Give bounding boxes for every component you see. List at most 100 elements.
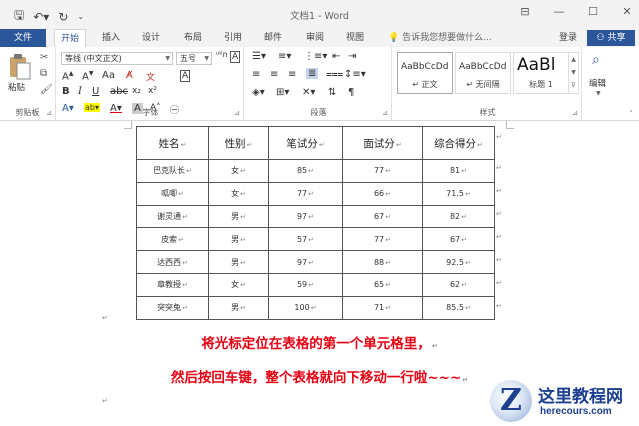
scroll-down-icon[interactable]: ▼: [569, 66, 578, 79]
align-center-icon[interactable]: ≡: [270, 69, 278, 80]
header-cell[interactable]: 姓名↵: [136, 126, 209, 160]
grow-font-icon[interactable]: A▲: [62, 70, 73, 82]
table-cell[interactable]: 77↵: [342, 227, 423, 252]
numbering-icon[interactable]: ≡▾: [278, 51, 291, 62]
shrink-font-icon[interactable]: A▼: [82, 70, 93, 82]
sort-icon[interactable]: ⇅: [328, 87, 336, 98]
bold-icon[interactable]: B: [62, 86, 70, 97]
table-cell[interactable]: 男↵: [208, 295, 269, 320]
borders-icon[interactable]: ⊞▾: [276, 87, 289, 98]
strikethrough-icon[interactable]: abc: [110, 86, 128, 97]
tab-references[interactable]: 引用: [218, 29, 248, 47]
multilevel-list-icon[interactable]: ⋮≡▾: [304, 51, 327, 62]
score-table[interactable]: 姓名↵ 性别↵ 笔试分↵ 面试分↵ 综合得分↵ 巴克队长↵ 女↵ 85↵ 77↵ 81↵…: [136, 126, 495, 320]
table-cell[interactable]: 章教授↵: [136, 272, 209, 297]
phonetic-guide-icon[interactable]: ᵘᵉ̈n: [216, 50, 228, 59]
editing-group[interactable]: ⌕ 编辑 ▼: [584, 47, 624, 121]
ribbon-display-options-icon[interactable]: ⊟: [519, 5, 531, 18]
decrease-indent-icon[interactable]: ⇤: [332, 51, 340, 62]
table-cell[interactable]: 57↵: [268, 227, 343, 252]
table-cell[interactable]: 97↵: [268, 250, 343, 274]
font-launcher-icon[interactable]: ⊿: [234, 109, 240, 117]
tab-home[interactable]: 开始: [54, 29, 87, 47]
tab-design[interactable]: 设计: [136, 29, 166, 47]
table-cell[interactable]: 85↵: [268, 159, 343, 183]
table-cell[interactable]: 77↵: [342, 159, 423, 183]
align-right-icon[interactable]: ≡: [288, 69, 296, 80]
table-cell[interactable]: 达西西↵: [136, 250, 209, 274]
font-size-select[interactable]: 五号 ▼: [176, 52, 212, 65]
table-cell[interactable]: 女↵: [208, 272, 269, 297]
table-cell[interactable]: 71↵: [342, 295, 423, 320]
close-icon[interactable]: ✕: [621, 5, 633, 18]
more-styles-icon[interactable]: ⊽: [569, 79, 578, 92]
login-link[interactable]: 登录: [559, 29, 577, 47]
tab-view[interactable]: 视图: [340, 29, 370, 47]
table-cell[interactable]: 巴克队长↵: [136, 159, 209, 183]
table-cell[interactable]: 突突兔↵: [136, 295, 209, 320]
share-button[interactable]: ⚇ 共享: [587, 30, 635, 46]
superscript-icon[interactable]: x²: [148, 86, 157, 96]
cut-icon[interactable]: ✂: [40, 52, 48, 63]
table-cell[interactable]: 男↵: [208, 204, 269, 229]
font-name-select[interactable]: 等线 (中文正文) ▼: [61, 52, 173, 65]
scroll-up-icon[interactable]: ▲: [569, 53, 578, 66]
copy-icon[interactable]: ⧉: [40, 68, 47, 79]
table-cell[interactable]: 85.5↵: [422, 295, 495, 320]
header-cell[interactable]: 性别↵: [208, 126, 269, 160]
format-painter-icon[interactable]: 🖌: [40, 84, 53, 95]
table-cell[interactable]: 呱唧↵: [136, 181, 209, 206]
table-cell[interactable]: 皮索↵: [136, 227, 209, 252]
shading-icon[interactable]: ◈▾: [252, 87, 265, 98]
underline-icon[interactable]: U: [92, 86, 99, 97]
header-cell[interactable]: 面试分↵: [342, 126, 423, 160]
tab-review[interactable]: 审阅: [300, 29, 330, 47]
table-cell[interactable]: 92.5↵: [422, 250, 495, 274]
minimize-icon[interactable]: —: [553, 5, 565, 18]
tab-file[interactable]: 文件: [0, 29, 46, 47]
maximize-icon[interactable]: ☐: [587, 5, 599, 18]
table-cell[interactable]: 65↵: [342, 272, 423, 297]
header-cell[interactable]: 综合得分↵: [422, 126, 495, 160]
table-cell[interactable]: 97↵: [268, 204, 343, 229]
increase-indent-icon[interactable]: ⇥: [348, 51, 356, 62]
justify-icon[interactable]: ≣: [306, 68, 319, 79]
table-cell[interactable]: 男↵: [208, 250, 269, 274]
align-left-icon[interactable]: ≡: [252, 69, 260, 80]
chinese-layout-icon[interactable]: ✕▾: [302, 87, 315, 98]
style-heading-1[interactable]: AaBl 标题 1: [513, 52, 569, 94]
table-cell[interactable]: 81↵: [422, 159, 495, 183]
tell-me-search[interactable]: 💡 告诉我您想要做什么...: [388, 29, 492, 47]
character-border-icon[interactable]: A: [180, 70, 191, 82]
distributed-icon[interactable]: ⩶: [326, 69, 343, 80]
style-normal[interactable]: AaBbCcDd ↵ 正文: [397, 52, 453, 94]
table-cell[interactable]: 男↵: [208, 227, 269, 252]
tab-mailings[interactable]: 邮件: [258, 29, 288, 47]
tab-insert[interactable]: 插入: [96, 29, 126, 47]
table-cell[interactable]: 女↵: [208, 159, 269, 183]
show-marks-icon[interactable]: ¶: [348, 87, 354, 98]
styles-scroll[interactable]: ▲ ▼ ⊽: [568, 52, 579, 94]
header-cell[interactable]: 笔试分↵: [268, 126, 343, 160]
table-cell[interactable]: 77↵: [268, 181, 343, 206]
table-cell[interactable]: 谢灵通↵: [136, 204, 209, 229]
clipboard-launcher-icon[interactable]: ⊿: [46, 109, 52, 117]
bullets-icon[interactable]: ☰▾: [252, 51, 266, 62]
styles-launcher-icon[interactable]: ⊿: [572, 109, 578, 117]
line-spacing-icon[interactable]: ↕≡▾: [344, 69, 366, 80]
tab-layout[interactable]: 布局: [178, 29, 208, 47]
table-cell[interactable]: 71.5↵: [422, 181, 495, 206]
table-cell[interactable]: 67↵: [342, 204, 423, 229]
table-cell[interactable]: 88↵: [342, 250, 423, 274]
table-cell[interactable]: 82↵: [422, 204, 495, 229]
italic-icon[interactable]: I: [78, 86, 82, 97]
paragraph-launcher-icon[interactable]: ⊿: [382, 109, 388, 117]
paste-icon[interactable]: [8, 53, 32, 81]
table-cell[interactable]: 62↵: [422, 272, 495, 297]
clear-formatting-icon[interactable]: A̸: [126, 70, 133, 81]
change-case-icon[interactable]: Aa: [102, 70, 115, 81]
table-cell[interactable]: 66↵: [342, 181, 423, 206]
phonetic-icon[interactable]: 文: [146, 70, 155, 83]
enclose-characters-icon[interactable]: A: [230, 51, 241, 63]
table-cell[interactable]: 59↵: [268, 272, 343, 297]
